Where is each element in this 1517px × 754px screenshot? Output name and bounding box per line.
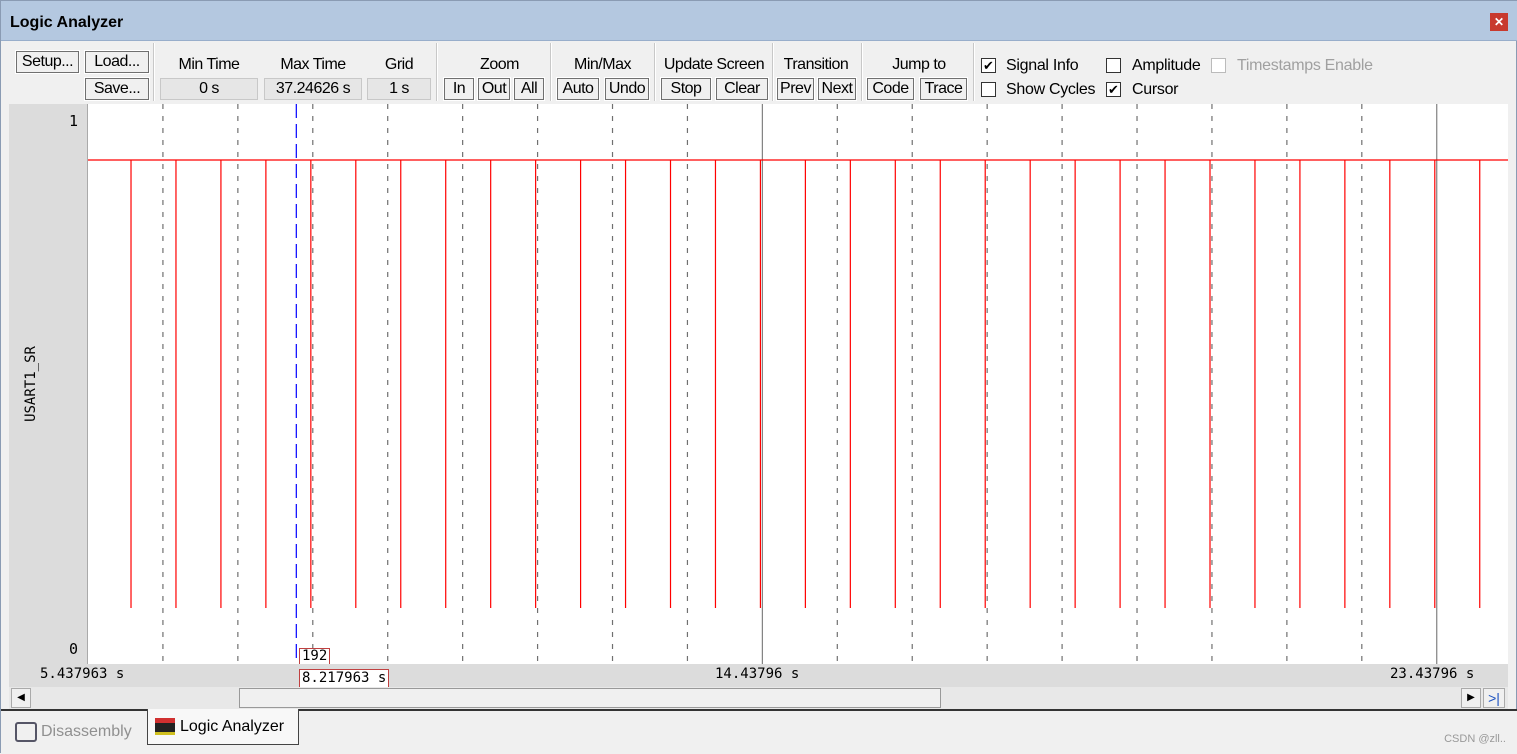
show-cycles-label: Show Cycles <box>1006 81 1096 98</box>
jump-to-label: Jump to <box>892 56 946 73</box>
max-time-label: Max Time <box>280 56 346 73</box>
tab-disassembly[interactable]: Disassembly <box>15 717 132 747</box>
time-axis: 5.437963 s 14.43796 s 23.43796 s 8.21796… <box>9 664 1508 688</box>
grid-value: 1 s <box>367 78 431 100</box>
watermark: CSDN @zll.. <box>1444 733 1506 745</box>
scroll-left-icon[interactable]: ◀ <box>11 688 31 708</box>
signal-info-checkbox[interactable]: ✔ <box>981 58 996 73</box>
save-button[interactable]: Save... <box>84 77 150 101</box>
signal-name: USART1_SR <box>23 346 39 422</box>
cursor-time-label: 8.217963 s <box>299 669 390 688</box>
undo-button[interactable]: Undo <box>604 77 650 101</box>
update-screen-label: Update Screen <box>663 56 765 73</box>
minmax-label: Min/Max <box>574 56 631 73</box>
stop-button[interactable]: Stop <box>660 77 712 101</box>
min-time-label: Min Time <box>178 56 240 73</box>
low-level-label: 0 <box>68 640 78 658</box>
title-bar: Logic Analyzer ✕ <box>1 1 1517 41</box>
horizontal-scrollbar[interactable]: ◀ ▶ >| <box>9 687 1508 709</box>
zoom-label: Zoom <box>480 56 519 73</box>
time-axis-left: 5.437963 s <box>40 666 125 682</box>
toolbar: Setup... Load... Save... Min Time 0 s Ma… <box>9 43 1510 103</box>
trace-button[interactable]: Trace <box>919 77 968 101</box>
signal-name-panel[interactable]: 1 0 USART1_SR <box>9 104 88 664</box>
disassembly-icon <box>15 722 37 742</box>
auto-button[interactable]: Auto <box>556 77 600 101</box>
zoom-out-button[interactable]: Out <box>477 77 511 101</box>
tab-disassembly-label: Disassembly <box>41 723 132 740</box>
zoom-all-button[interactable]: All <box>513 77 545 101</box>
next-button[interactable]: Next <box>817 77 857 101</box>
clear-button[interactable]: Clear <box>715 77 769 101</box>
min-time-value: 0 s <box>160 78 258 100</box>
scroll-right-icon[interactable]: ▶ <box>1461 688 1481 708</box>
time-axis-mid: 14.43796 s <box>715 666 800 682</box>
transition-label: Transition <box>783 56 849 73</box>
zoom-in-button[interactable]: In <box>443 77 475 101</box>
amplitude-checkbox[interactable] <box>1106 58 1121 73</box>
logic-analyzer-icon <box>155 718 175 735</box>
tab-logic-analyzer[interactable]: Logic Analyzer <box>147 709 299 745</box>
prev-button[interactable]: Prev <box>776 77 815 101</box>
setup-button[interactable]: Setup... <box>15 50 80 74</box>
waveform-area[interactable] <box>9 104 1508 664</box>
code-button[interactable]: Code <box>866 77 915 101</box>
scrollbar-thumb[interactable] <box>239 688 941 708</box>
timestamps-enable-label: Timestamps Enable <box>1237 57 1373 74</box>
cursor-checkbox[interactable]: ✔ <box>1106 82 1121 97</box>
waveform-svg <box>88 104 1508 664</box>
cursor-label: Cursor <box>1132 81 1179 98</box>
max-time-value: 37.24626 s <box>264 78 362 100</box>
cursor-value-label: 192 <box>299 648 331 665</box>
scroll-to-end-icon[interactable]: >| <box>1483 688 1505 708</box>
signal-info-label: Signal Info <box>1006 57 1079 74</box>
show-cycles-checkbox[interactable] <box>981 82 996 97</box>
load-button[interactable]: Load... <box>84 50 150 74</box>
amplitude-label: Amplitude <box>1132 57 1201 74</box>
tab-logic-analyzer-label: Logic Analyzer <box>180 717 285 735</box>
window-title: Logic Analyzer <box>10 14 124 31</box>
grid-label: Grid <box>384 56 414 73</box>
timestamps-enable-checkbox <box>1211 58 1226 73</box>
high-level-label: 1 <box>68 112 78 130</box>
tab-bar: Disassembly Logic Analyzer CSDN @zll.. <box>1 709 1517 754</box>
time-axis-right: 23.43796 s <box>1390 666 1475 682</box>
close-icon[interactable]: ✕ <box>1490 13 1508 31</box>
